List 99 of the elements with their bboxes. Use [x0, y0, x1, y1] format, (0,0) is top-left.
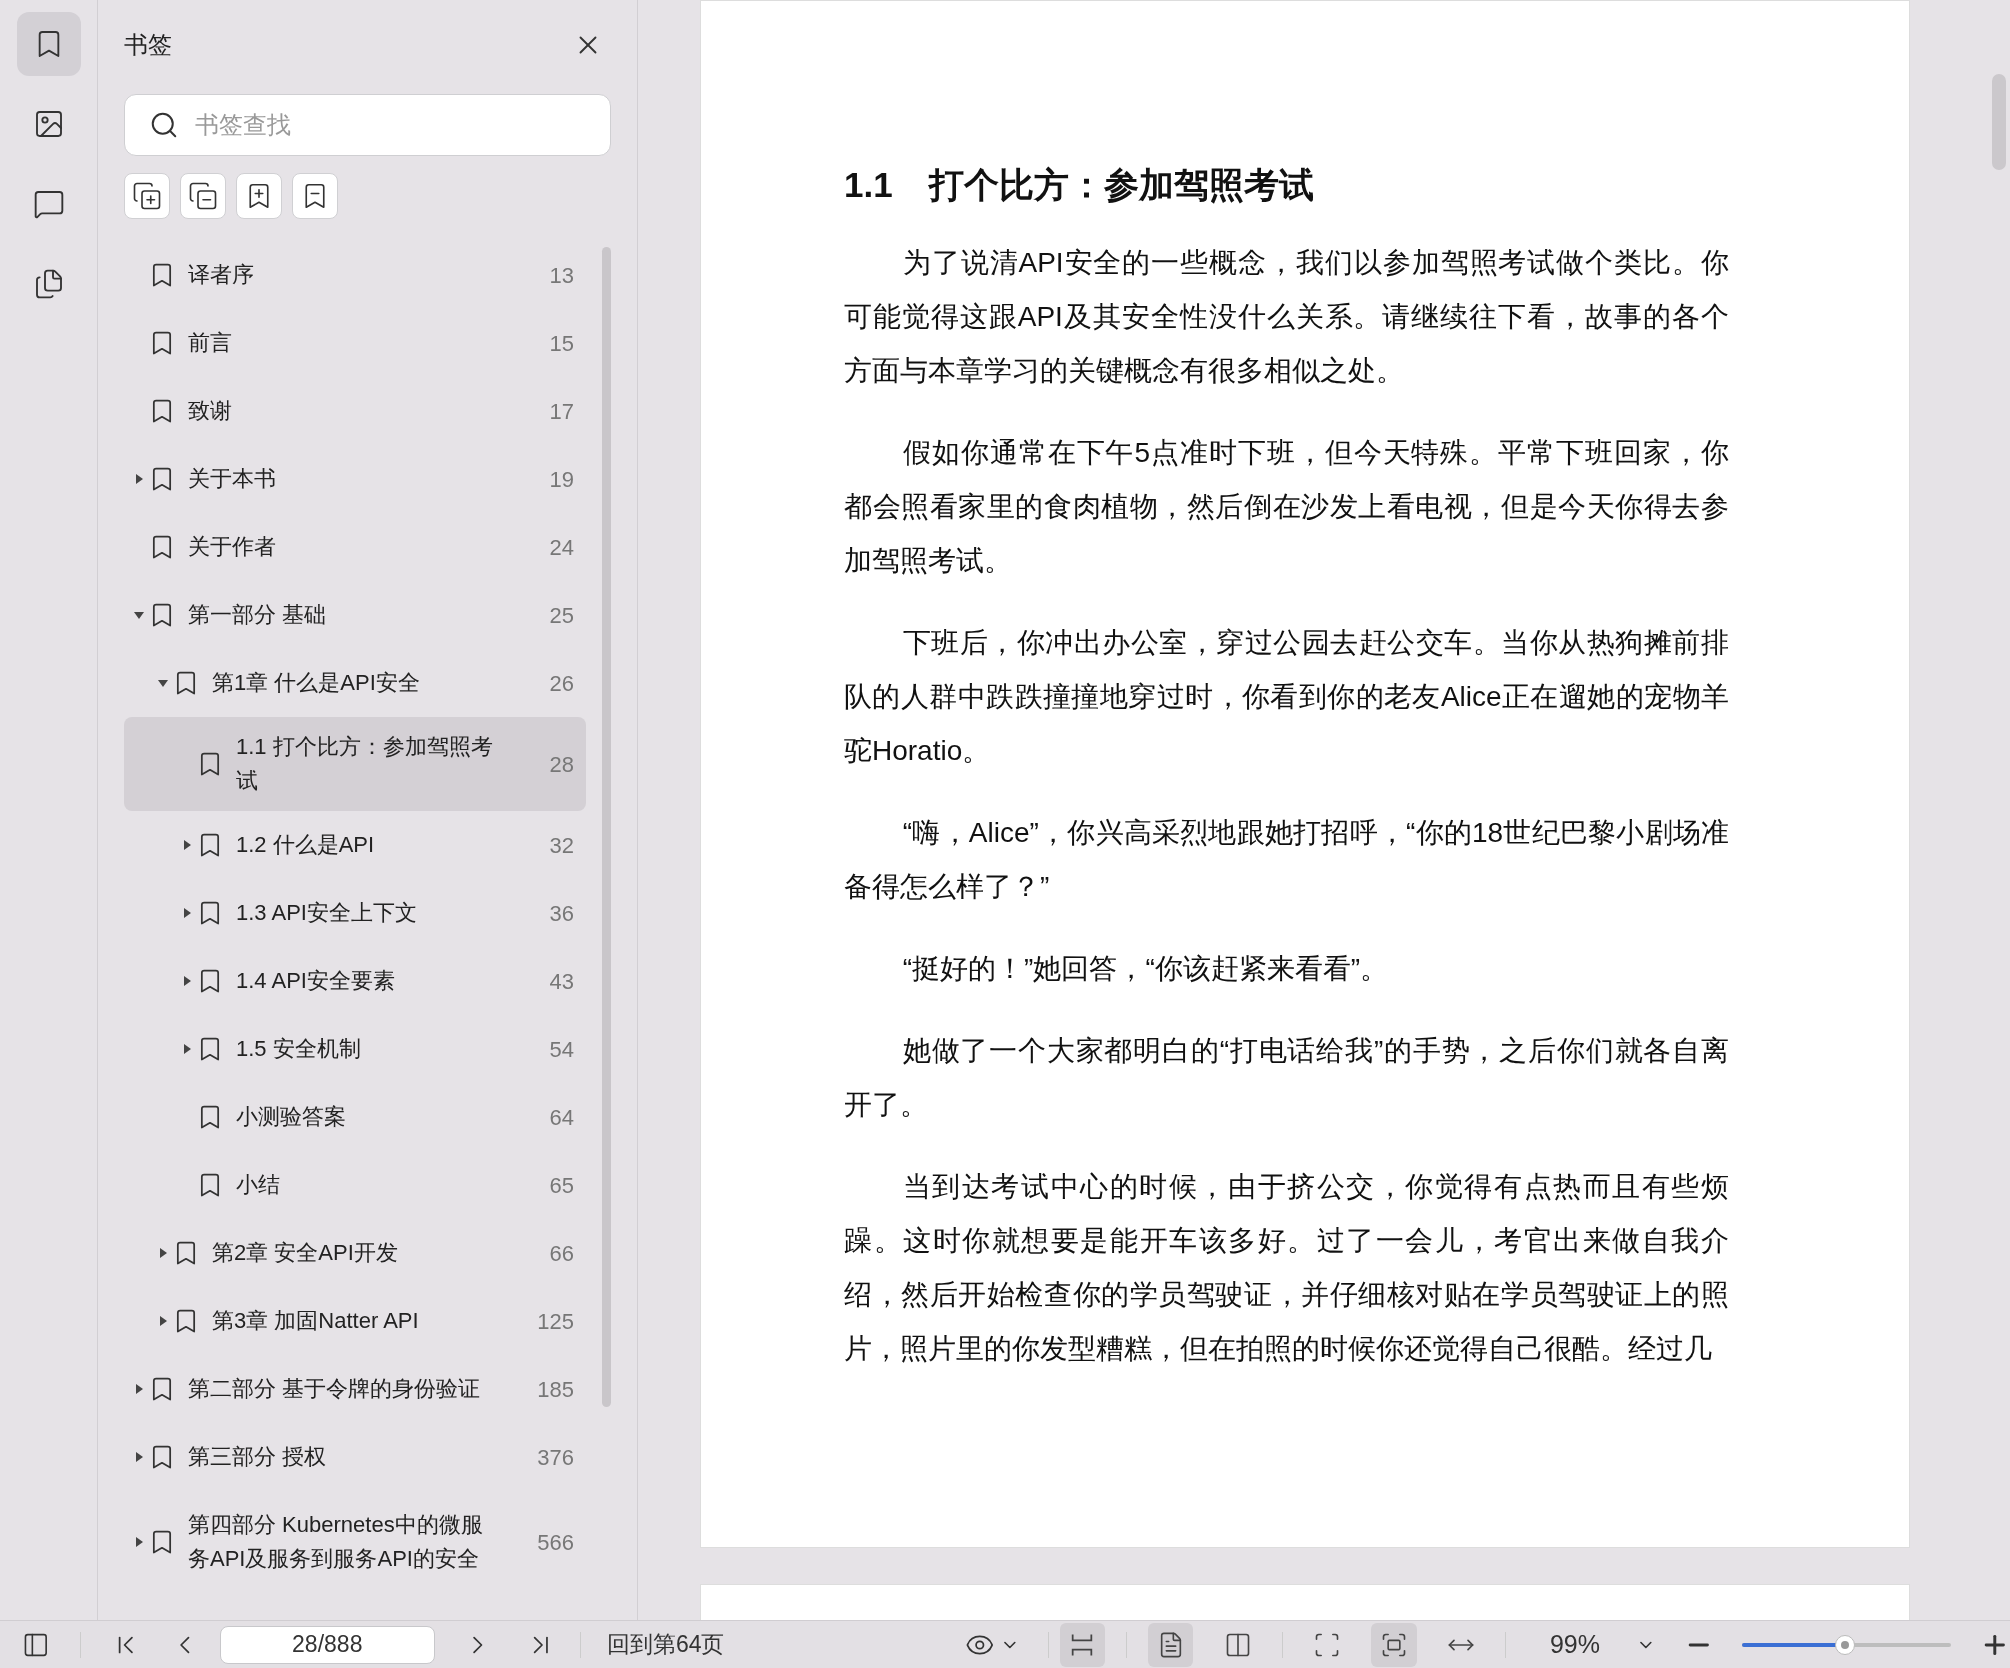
bookmark-item[interactable]: 小测验答案 64: [124, 1083, 586, 1151]
bookmark-title: 关于本书: [188, 465, 277, 493]
bookmark-title: 第1章 什么是API安全: [212, 669, 421, 697]
expanded-arrow-icon[interactable]: [134, 610, 144, 620]
page-number: 36: [549, 899, 574, 928]
bookmark-item[interactable]: 1.3 API安全上下文 36: [124, 879, 586, 947]
bookmark-title: 第2章 安全API开发: [212, 1239, 399, 1267]
bookmark-title: 第三部分 授权: [188, 1443, 328, 1471]
collapsed-arrow-icon[interactable]: [134, 1452, 144, 1462]
bookmark-title: 译者序: [188, 261, 255, 289]
bookmark-item[interactable]: 第三部分 授权 376: [124, 1423, 586, 1491]
body-paragraph: 当到达考试中心的时候，由于挤公交，你觉得有点热而且有些烦躁。这时你就想要是能开车该多好。过了一会儿，考官出来做自我介绍，然后开始检查你的学员驾驶证，并仔细核对贴在学员驾驶证上的照片，照片里的你发型糟糕，但在拍照的时候你还觉得自己很酷。经过几: [844, 1169, 1729, 1366]
page-number: 15: [549, 329, 574, 358]
bookmark-title: 小结: [236, 1171, 281, 1199]
collapsed-arrow-icon[interactable]: [134, 474, 144, 484]
remove-bookmark-button[interactable]: [292, 173, 338, 219]
zoom-level[interactable]: 99%: [1549, 1625, 1600, 1664]
bookmark-item[interactable]: 小结 65: [124, 1151, 586, 1219]
bookmark-item[interactable]: 第2章 安全API开发 66: [124, 1219, 586, 1287]
bookmark-title: 致谢: [188, 397, 233, 425]
section-heading: 打个比方：参加驾照考试: [928, 164, 1314, 206]
bookmark-item[interactable]: 第3章 加固Natter API 125: [124, 1287, 586, 1355]
bookmark-title: 第四部分 Kubernetes中的微服务API及服务到服务API的安全: [188, 1511, 484, 1573]
page-number: 376: [537, 1443, 574, 1472]
fit-page-icon[interactable]: [1371, 1622, 1417, 1667]
page-number: 25: [549, 601, 574, 630]
bookmark-title: 1.2 什么是API: [236, 831, 376, 859]
comment-icon: [32, 188, 65, 220]
page-number: 43: [549, 967, 574, 996]
collapsed-arrow-icon[interactable]: [182, 1044, 192, 1054]
bookmark-title: 1.5 安全机制: [236, 1035, 362, 1063]
bookmark-item[interactable]: 前言 15: [124, 309, 586, 377]
bookmark-item[interactable]: 1.4 API安全要素 43: [124, 947, 586, 1015]
single-page-icon[interactable]: [1148, 1622, 1194, 1667]
page-number: 566: [537, 1528, 574, 1557]
bookmark-title: 小测验答案: [236, 1103, 347, 1131]
zoom-slider-thumb[interactable]: [1834, 1634, 1855, 1655]
collapsed-arrow-icon[interactable]: [182, 908, 192, 918]
page-number: 65: [549, 1171, 574, 1200]
page-number: 32: [549, 831, 574, 860]
page-number: 19: [549, 465, 574, 494]
go-back-link[interactable]: 回到第64页: [606, 1627, 725, 1662]
bookmark-title: 1.1 打个比方：参加驾照考试: [236, 733, 494, 795]
bookmark-item[interactable]: 1.2 什么是API 32: [124, 811, 586, 879]
page-number: 64: [549, 1103, 574, 1132]
bookmark-title: 1.4 API安全要素: [236, 967, 396, 995]
bookmark-item[interactable]: 第1章 什么是API安全 26: [124, 649, 586, 717]
page-number: 13: [549, 261, 574, 290]
bookmark-item[interactable]: 关于本书 19: [124, 445, 586, 513]
heading-number: 1.1: [844, 164, 893, 206]
bookmark-item[interactable]: 1.1 打个比方：参加驾照考试 28: [124, 717, 586, 811]
bookmark-item[interactable]: 1.5 安全机制 54: [124, 1015, 586, 1083]
bookmark-item[interactable]: 第一部分 基础 25: [124, 581, 586, 649]
bookmark-title: 前言: [188, 329, 233, 357]
page-number: 24: [549, 533, 574, 562]
bookmark-title: 关于作者: [188, 533, 277, 561]
collapsed-arrow-icon[interactable]: [182, 840, 192, 850]
bookmarks-tab[interactable]: [16, 12, 81, 76]
body-paragraph: “挺好的！”她回答，“你该赶紧来看看”。: [901, 951, 1390, 986]
bookmark-item[interactable]: 致谢 17: [124, 377, 586, 445]
search-box[interactable]: 书签查找: [124, 94, 611, 156]
page-number: 54: [549, 1035, 574, 1064]
collapsed-arrow-icon[interactable]: [134, 1537, 144, 1547]
body-paragraph: 为了说清API安全的一些概念，我们以参加驾照考试做个类比。你可能觉得这跟API及其安全性没什么关系。请继续往下看，故事的各个方面与本章学习的关键概念有很多相似之处。: [844, 245, 1729, 388]
bookmark-item[interactable]: 译者序 13: [124, 241, 586, 309]
scrollbar-thumb[interactable]: [602, 247, 611, 1407]
search-icon: [149, 110, 179, 140]
page-number: 17: [549, 397, 574, 426]
page-scrollbar-thumb[interactable]: [1992, 74, 2006, 170]
page-number: 26: [549, 669, 574, 698]
body-paragraph: 假如你通常在下午5点准时下班，但今天特殊。平常下班回家，你都会照看家里的食肉植物，然后倒在沙发上看电视，但是今天你得去参加驾照考试。: [844, 435, 1729, 578]
body-paragraph: “嗨，Alice”，你兴高采烈地跟她打招呼，“你的18世纪巴黎小剧场准备得怎么样了？”: [844, 815, 1729, 904]
page-number: 66: [549, 1239, 574, 1268]
collapsed-arrow-icon[interactable]: [182, 976, 192, 986]
bookmark-item[interactable]: 关于作者 24: [124, 513, 586, 581]
expanded-arrow-icon[interactable]: [158, 678, 168, 688]
body-paragraph: 下班后，你冲出办公室，穿过公园去赶公交车。当你从热狗摊前排队的人群中跌跌撞撞地穿过时，你看到你的老友Alice正在遛她的宠物羊驼Horatio。: [844, 625, 1729, 768]
expand-all-button[interactable]: [124, 173, 170, 219]
bookmark-item[interactable]: 第四部分 Kubernetes中的微服务API及服务到服务API的安全 566: [124, 1491, 586, 1593]
copy-minus-icon: [188, 181, 218, 211]
page-number: 125: [537, 1307, 574, 1336]
page-number: 185: [537, 1375, 574, 1404]
bookmark-item[interactable]: 第二部分 基于令牌的身份验证 185: [124, 1355, 586, 1423]
page-number: 28: [549, 750, 574, 779]
bookmark-title: 第一部分 基础: [188, 601, 328, 629]
collapsed-arrow-icon[interactable]: [134, 1384, 144, 1394]
body-paragraph: 她做了一个大家都明白的“打电话给我”的手势，之后你们就各自离开了。: [844, 1033, 1729, 1122]
panel-title: 书签: [124, 30, 172, 60]
add-bookmark-button[interactable]: [236, 173, 282, 219]
copy-plus-icon: [132, 181, 162, 211]
collapsed-arrow-icon[interactable]: [158, 1248, 168, 1258]
search-field[interactable]: 书签查找: [195, 107, 586, 143]
bookmark-title: 第3章 加固Natter API: [212, 1307, 420, 1335]
bookmark-title: 第二部分 基于令牌的身份验证: [188, 1375, 482, 1403]
continuous-scroll-icon[interactable]: [1059, 1622, 1106, 1667]
bookmark-title: 1.3 API安全上下文: [236, 899, 418, 927]
collapsed-arrow-icon[interactable]: [158, 1316, 168, 1326]
collapse-all-button[interactable]: [180, 173, 226, 219]
page-number-field[interactable]: 28/888: [219, 1625, 435, 1664]
